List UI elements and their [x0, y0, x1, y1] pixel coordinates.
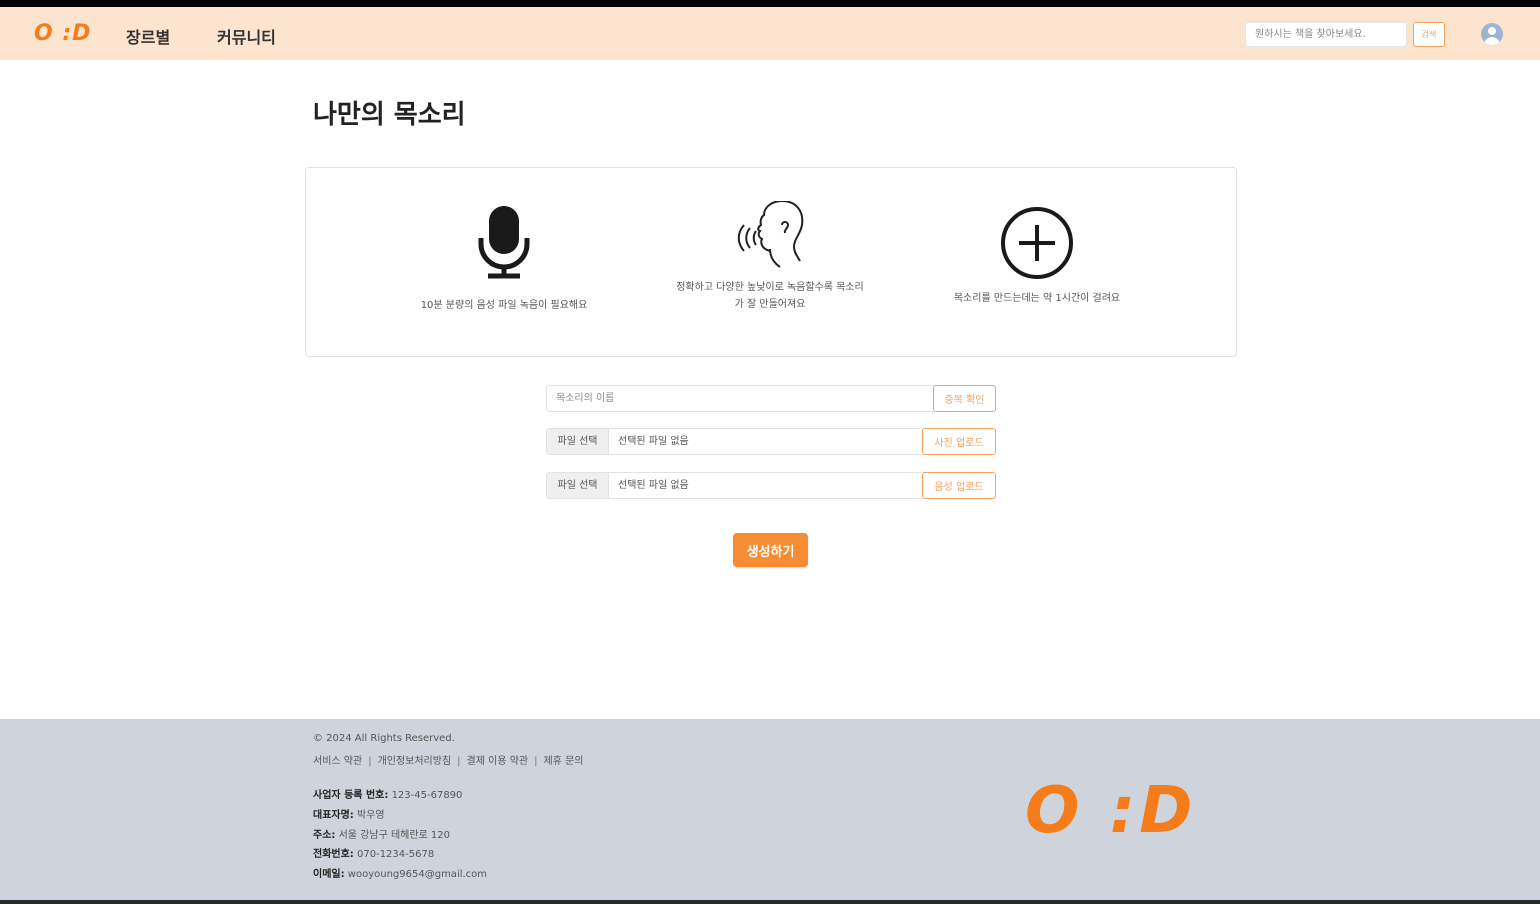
footer-link-terms[interactable]: 서비스 약관	[313, 756, 362, 767]
business-info: 사업자 등록 번호: 123-45-67890 대표자명: 박우영 주소: 서울…	[313, 786, 487, 885]
footer-link-payment-terms[interactable]: 결제 이용 약관	[467, 756, 529, 767]
logo[interactable]: O :D	[34, 21, 91, 46]
nav-community[interactable]: 커뮤니티	[217, 24, 276, 48]
info-card: 10분 분량의 음성 파일 녹음이 필요해요 정확하고 다양한 높낮이로 녹음할…	[305, 167, 1237, 357]
dup-check-button[interactable]: 중복 확인	[933, 385, 996, 412]
window-bottom-bar	[0, 900, 1540, 904]
info-text-time: 목소리를 만드는데는 약 1시간이 걸려요	[953, 293, 1121, 304]
voice-name-row: 중복 확인	[546, 385, 996, 412]
footer-link-privacy[interactable]: 개인정보처리방침	[378, 756, 452, 767]
footer-link-divider: |	[368, 756, 372, 767]
photo-file-input[interactable]: 파일 선택 선택된 파일 없음	[546, 428, 922, 455]
photo-upload-button[interactable]: 사진 업로드	[922, 428, 996, 455]
footer-link-divider: |	[457, 756, 461, 767]
window-top-bar	[0, 0, 1540, 7]
biz-ceo: 대표자명: 박우영	[313, 809, 385, 821]
info-text-pitch-line1: 정확하고 다양한 높낮이로 녹음할수록 목소리	[676, 282, 864, 293]
biz-email: 이메일: wooyoung9654@gmail.com	[313, 869, 488, 881]
page-title: 나만의 목소리	[313, 100, 466, 130]
search-input[interactable]	[1245, 22, 1407, 47]
search-button[interactable]: 검색	[1413, 22, 1445, 47]
footer-link-partnership[interactable]: 제휴 문의	[543, 756, 583, 767]
audio-upload-row: 파일 선택 선택된 파일 없음 음성 업로드	[546, 472, 996, 499]
microphone-icon	[478, 206, 530, 279]
footer-logo: O :D	[1025, 774, 1197, 848]
plus-circle-icon	[1001, 207, 1073, 279]
create-button[interactable]: 생성하기	[733, 533, 808, 567]
user-avatar-icon[interactable]	[1481, 23, 1503, 45]
info-item-pitch: 정확하고 다양한 높낮이로 녹음할수록 목소리 가 잘 만들어져요	[640, 168, 900, 313]
photo-file-choose-button[interactable]: 파일 선택	[547, 429, 609, 454]
footer-links: 서비스 약관 | 개인정보처리방침 | 결제 이용 약관 | 제휴 문의	[313, 752, 583, 767]
audio-file-name: 선택된 파일 없음	[618, 480, 689, 491]
footer-link-divider: |	[534, 756, 538, 767]
info-item-time: 목소리를 만드는데는 약 1시간이 걸려요	[907, 168, 1167, 307]
copyright: © 2024 All Rights Reserved.	[313, 733, 455, 744]
photo-upload-row: 파일 선택 선택된 파일 없음 사진 업로드	[546, 428, 996, 455]
biz-reg-number: 사업자 등록 번호: 123-45-67890	[313, 790, 463, 801]
info-text-recording: 10분 분량의 음성 파일 녹음이 필요해요	[420, 300, 588, 311]
voice-name-input[interactable]	[546, 385, 933, 412]
header: O :D 장르별 커뮤니티 검색	[0, 7, 1540, 60]
audio-file-choose-button[interactable]: 파일 선택	[547, 473, 609, 498]
photo-file-name: 선택된 파일 없음	[618, 436, 689, 447]
audio-upload-button[interactable]: 음성 업로드	[922, 472, 996, 499]
nav-genre[interactable]: 장르별	[126, 24, 170, 48]
biz-phone: 전화번호: 070-1234-5678	[313, 849, 435, 861]
speaking-head-icon	[737, 201, 804, 268]
info-item-recording: 10분 분량의 음성 파일 녹음이 필요해요	[374, 168, 634, 314]
footer: © 2024 All Rights Reserved. 서비스 약관 | 개인정보처…	[0, 719, 1540, 904]
audio-file-input[interactable]: 파일 선택 선택된 파일 없음	[546, 472, 922, 499]
biz-address: 주소: 서울 강남구 테헤란로 120	[313, 829, 451, 841]
info-text-pitch-line2: 가 잘 만들어져요	[734, 299, 806, 310]
